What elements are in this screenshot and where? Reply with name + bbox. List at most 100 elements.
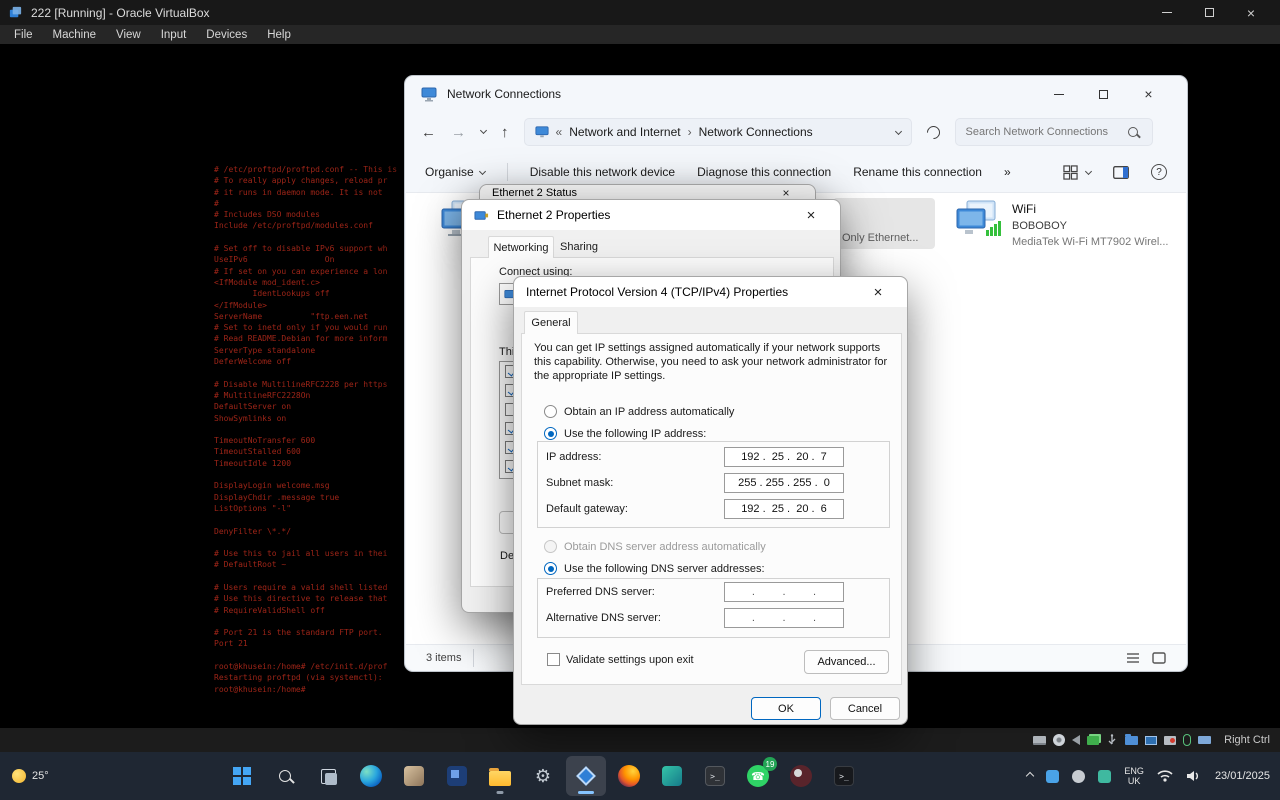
cancel-button[interactable]: Cancel [830, 697, 900, 720]
edge-button[interactable] [351, 756, 391, 796]
recording-status-icon[interactable] [1164, 736, 1176, 745]
breadcrumb-network-connections[interactable]: Network Connections [699, 125, 813, 139]
history-chevron-icon[interactable] [480, 127, 487, 134]
window-title: 222 [Running] - Oracle VirtualBox [31, 6, 210, 20]
alternative-dns-field[interactable]: . . . [724, 608, 844, 628]
usb-status-icon[interactable] [1106, 734, 1118, 746]
address-bar[interactable]: « Network and Internet › Network Connect… [524, 118, 912, 146]
settings-button[interactable]: ⚙ [523, 756, 563, 796]
tab-networking[interactable]: Networking [488, 236, 554, 258]
maximize-button[interactable] [1188, 0, 1230, 25]
details-view-icon[interactable] [1126, 652, 1140, 664]
hdd-status-icon[interactable] [1033, 736, 1046, 745]
mouse-integration-icon[interactable] [1183, 734, 1191, 746]
language-indicator[interactable]: ENG UK [1124, 766, 1144, 786]
diagnose-connection-button[interactable]: Diagnose this connection [697, 165, 831, 179]
tray-app-icon[interactable] [1098, 770, 1111, 783]
taskbar-search-button[interactable] [265, 756, 305, 796]
status-dialog-close-icon[interactable]: × [769, 185, 803, 200]
obtain-ip-automatically-radio[interactable] [544, 405, 557, 418]
selected-ethernet2-item[interactable]: Only Ethernet... [833, 198, 935, 249]
validate-settings-label[interactable]: Validate settings upon exit [566, 654, 694, 666]
explorer-minimize-button[interactable] [1036, 76, 1081, 112]
menu-devices[interactable]: Devices [196, 29, 257, 41]
obs-button[interactable] [781, 756, 821, 796]
task-view-button[interactable] [308, 756, 348, 796]
toolbar-overflow-button[interactable]: » [1004, 165, 1011, 179]
search-box[interactable] [955, 118, 1153, 146]
preferred-dns-field[interactable]: . . . [724, 582, 844, 602]
properties-dialog-close-icon[interactable]: × [794, 200, 828, 230]
pinned-app-1-button[interactable] [394, 756, 434, 796]
wifi-name: WiFi [1012, 202, 1168, 216]
menu-file[interactable]: File [4, 29, 43, 41]
use-following-dns-radio[interactable] [544, 562, 557, 575]
back-icon[interactable]: ← [421, 124, 436, 141]
breadcrumb-network-and-internet[interactable]: Network and Internet [569, 125, 680, 139]
breadcrumb-root-separator[interactable]: « [556, 125, 563, 139]
forward-icon[interactable]: → [451, 124, 466, 141]
tab-sharing[interactable]: Sharing [554, 236, 604, 258]
menu-machine[interactable]: Machine [43, 29, 106, 41]
hidden-icons-chevron-icon[interactable] [1026, 772, 1034, 780]
keyboard-status-icon[interactable] [1198, 736, 1211, 744]
use-following-dns-label[interactable]: Use the following DNS server addresses: [564, 563, 765, 575]
ipv4-intro-text: You can get IP settings assigned automat… [534, 341, 888, 383]
organise-button[interactable]: Organise [425, 165, 485, 179]
search-input[interactable] [966, 126, 1122, 138]
menu-input[interactable]: Input [151, 29, 197, 41]
tab-general[interactable]: General [524, 311, 578, 334]
pinned-app-3-button[interactable] [652, 756, 692, 796]
app-icon [447, 766, 467, 786]
statusbar-separator [473, 649, 474, 667]
volume-tray-icon[interactable] [1186, 769, 1202, 783]
ipv4-dialog-close-icon[interactable]: × [861, 277, 895, 307]
audio-status-icon[interactable] [1072, 735, 1080, 745]
use-following-ip-radio[interactable] [544, 427, 557, 440]
ok-button[interactable]: OK [751, 697, 821, 720]
firefox-button[interactable] [609, 756, 649, 796]
minimize-button[interactable] [1146, 0, 1188, 25]
clock-date[interactable]: 23/01/2025 [1215, 770, 1270, 782]
whatsapp-button[interactable]: ☎19 [738, 756, 778, 796]
ip-address-field[interactable]: 192 . 25 . 20 . 7 [724, 447, 844, 467]
menu-view[interactable]: View [106, 29, 151, 41]
explorer-maximize-button[interactable] [1081, 76, 1126, 112]
pinned-app-2-button[interactable] [437, 756, 477, 796]
start-button[interactable] [222, 756, 262, 796]
refresh-icon[interactable] [924, 123, 942, 141]
vir​tualbox-button[interactable] [566, 756, 606, 796]
wifi-tray-icon[interactable] [1157, 770, 1173, 782]
network-status-icon[interactable] [1087, 736, 1099, 745]
default-gateway-field[interactable]: 192 . 25 . 20 . 6 [724, 499, 844, 519]
explorer-title: Network Connections [447, 87, 561, 101]
advanced-button[interactable]: Advanced... [804, 650, 889, 674]
rename-connection-button[interactable]: Rename this connection [853, 165, 982, 179]
optical-disc-status-icon[interactable] [1053, 734, 1065, 746]
whatsapp-badge: 19 [763, 757, 777, 771]
explorer-close-button[interactable]: × [1126, 76, 1171, 112]
menu-help[interactable]: Help [257, 29, 301, 41]
preview-pane-icon[interactable] [1113, 166, 1129, 179]
up-icon[interactable]: ↑ [501, 124, 509, 141]
wifi-item[interactable]: WiFi BOBOBOY MediaTek Wi-Fi MT7902 Wirel… [955, 200, 1168, 248]
close-button[interactable]: × [1230, 0, 1272, 25]
validate-settings-checkbox[interactable] [547, 653, 560, 666]
subnet-mask-field[interactable]: 255 . 255 . 255 . 0 [724, 473, 844, 493]
weather-widget[interactable]: 25° [12, 752, 49, 800]
display-status-icon[interactable] [1145, 736, 1157, 745]
obtain-ip-automatically-label[interactable]: Obtain an IP address automatically [564, 406, 734, 418]
disable-network-device-button[interactable]: Disable this network device [530, 165, 675, 179]
view-dropdown-icon[interactable] [1085, 167, 1092, 174]
large-icons-view-icon[interactable] [1152, 652, 1166, 664]
console-button[interactable]: >_ [824, 756, 864, 796]
tray-app-icon[interactable] [1046, 770, 1059, 783]
help-icon[interactable]: ? [1151, 164, 1167, 180]
shared-folders-status-icon[interactable] [1125, 736, 1138, 745]
address-dropdown-icon[interactable] [894, 127, 901, 134]
terminal-button[interactable]: >_ [695, 756, 735, 796]
tray-app-icon[interactable] [1072, 770, 1085, 783]
file-explorer-button[interactable] [480, 756, 520, 796]
use-following-ip-label[interactable]: Use the following IP address: [564, 428, 706, 440]
view-mode-icon[interactable] [1063, 165, 1078, 180]
